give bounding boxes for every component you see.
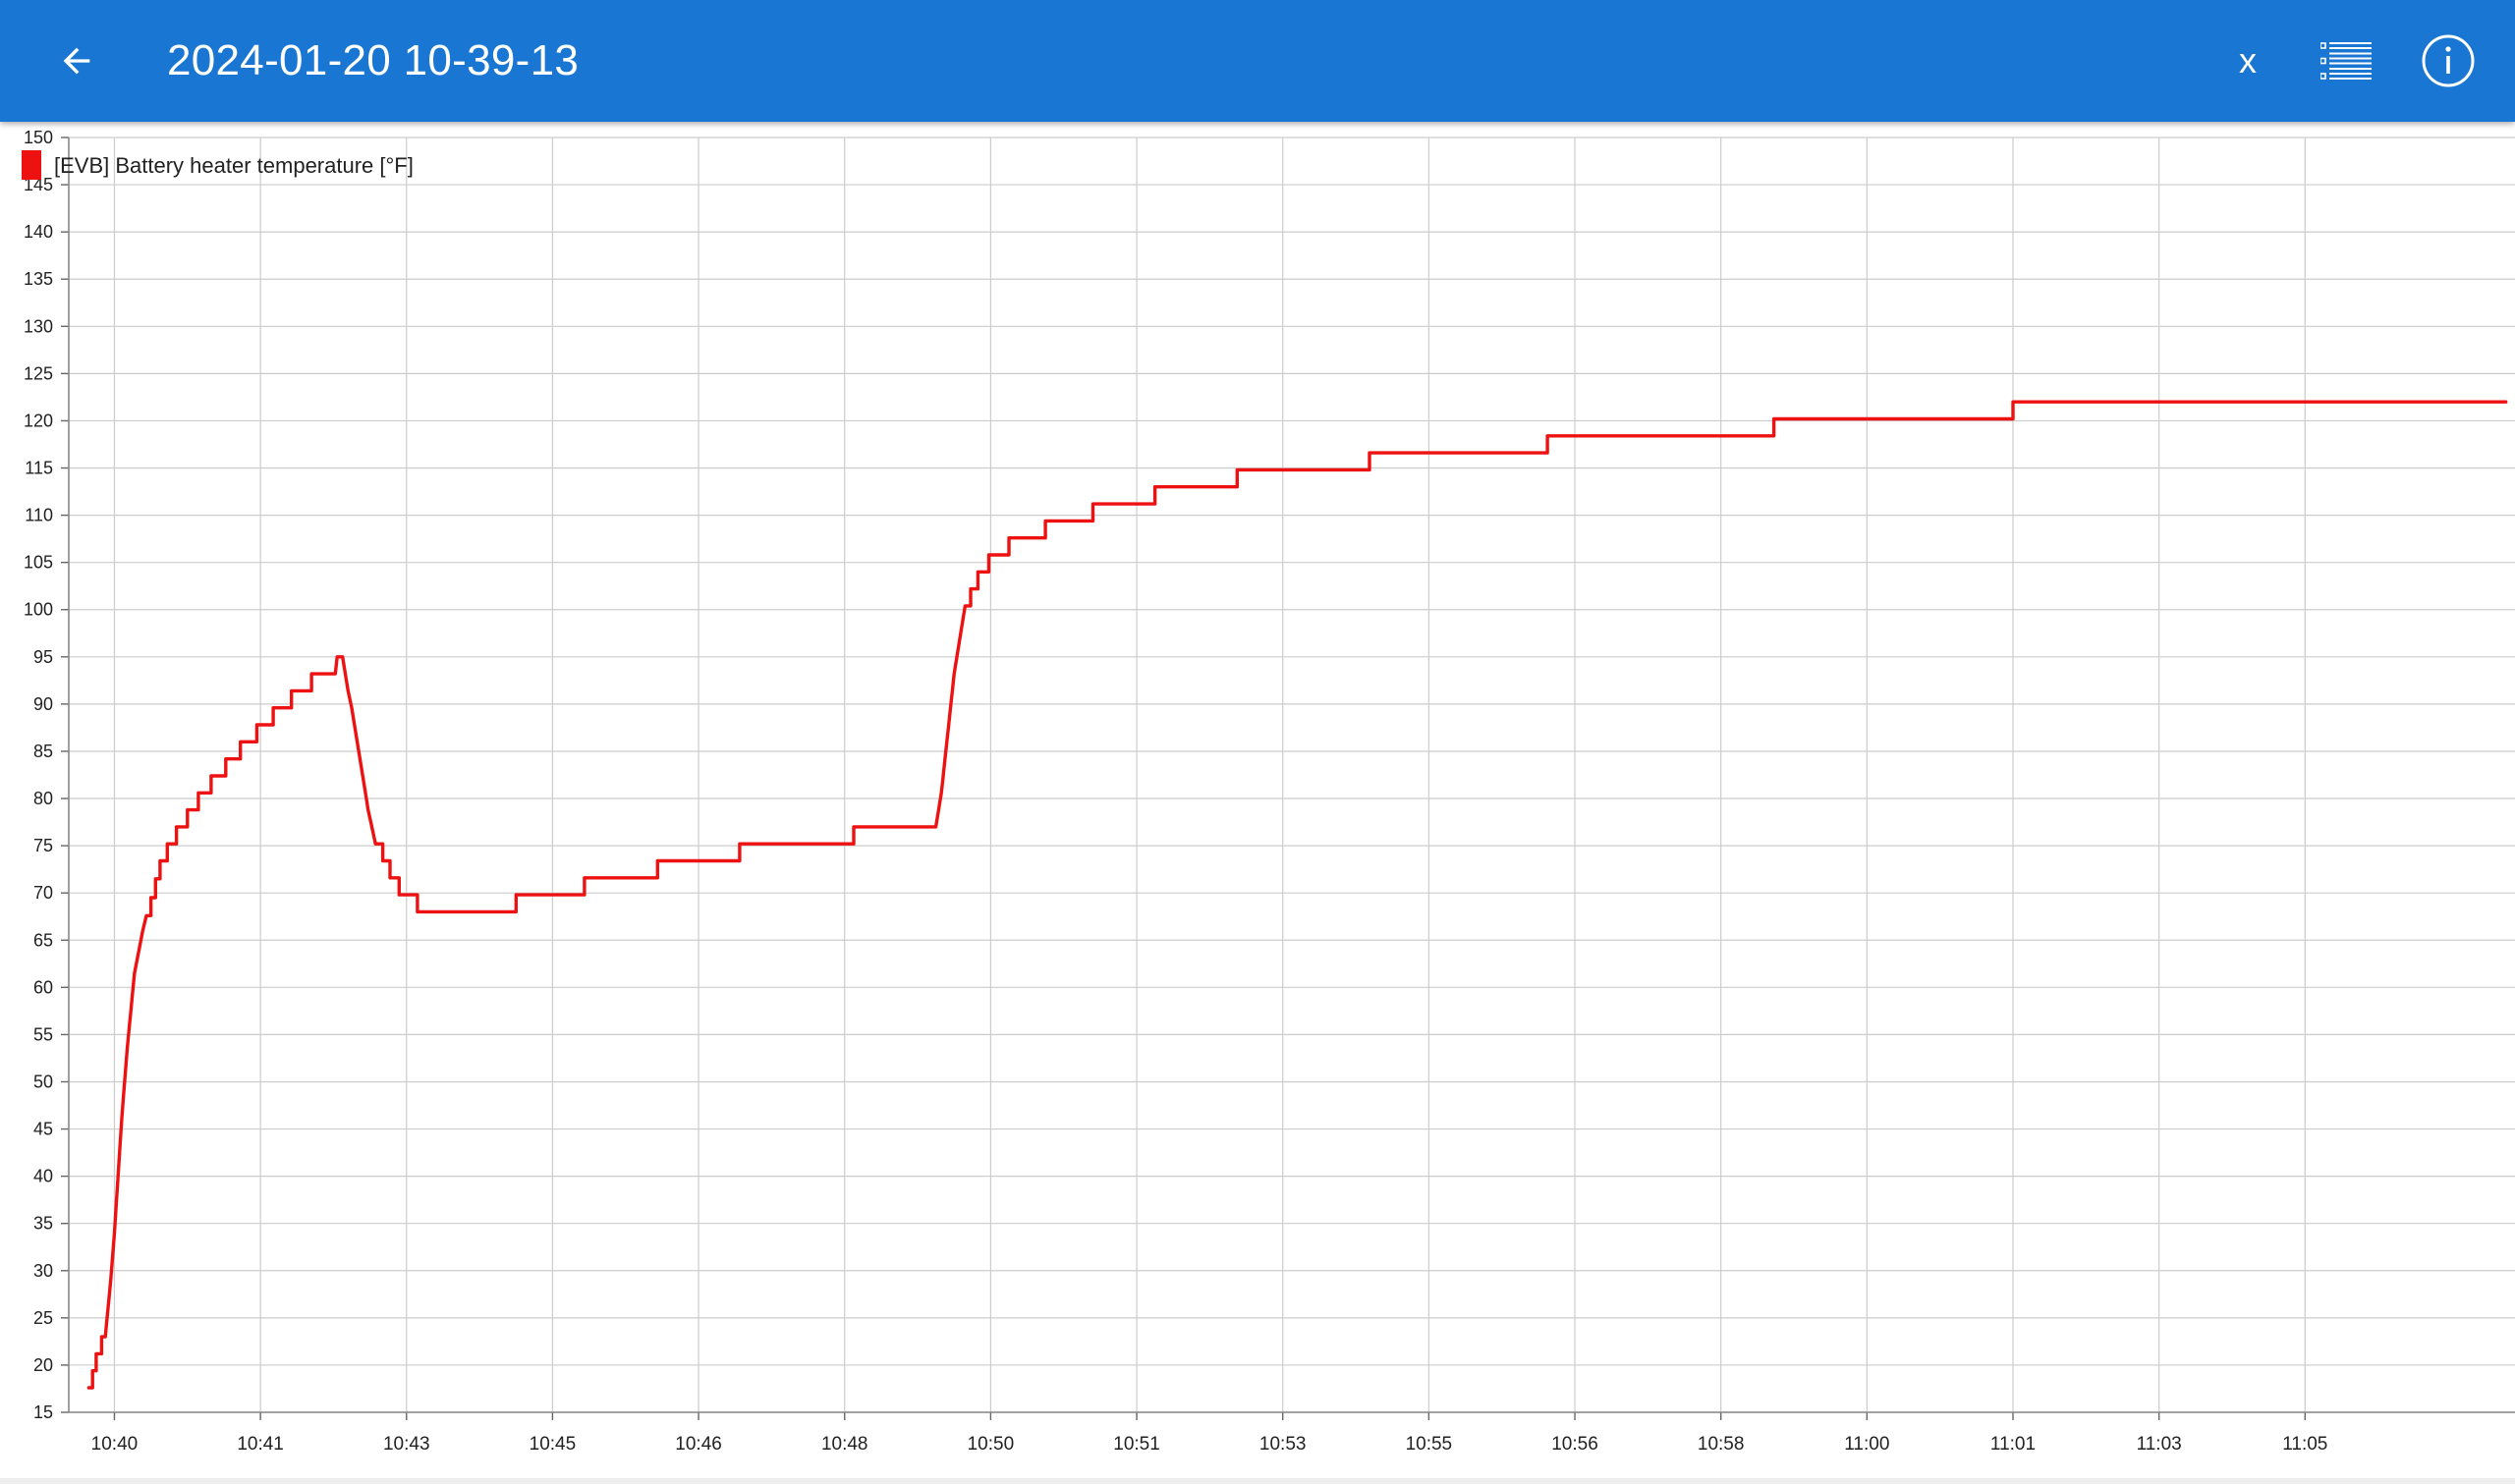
- x-tick-labels: 10:40 10:41 10:43 10:45 10:46 10:48 10:50 10:51…: [91, 1434, 2328, 1455]
- x-tick-label: 10:53: [1259, 1434, 1307, 1455]
- x-tick-label: 10:41: [237, 1434, 284, 1455]
- y-tick-label: 85: [33, 742, 53, 761]
- y-tick-label: 45: [33, 1120, 53, 1139]
- y-tick-label: 150: [24, 128, 53, 147]
- axes: [68, 137, 2515, 1413]
- legend[interactable]: [EVB] Battery heater temperature [°F]: [22, 150, 414, 180]
- y-tick-label: 120: [24, 411, 53, 430]
- y-tick-label: 50: [33, 1072, 53, 1091]
- x-tick-label: 10:51: [1113, 1434, 1160, 1455]
- info-button[interactable]: [2409, 22, 2487, 100]
- page-title: 2024-01-20 10-39-13: [167, 36, 580, 84]
- x-tick-label: 10:48: [821, 1434, 868, 1455]
- x-tick-label: 11:03: [2137, 1434, 2182, 1455]
- y-tick-label: 95: [33, 647, 53, 667]
- arrow-back-icon: [63, 47, 90, 75]
- x-tick-label: 10:46: [675, 1434, 722, 1455]
- y-tick-labels: 15 20 25 30 35 40 45 50 55 60 65 70 75 80 85 90 95 100 105…: [24, 128, 53, 1422]
- series-group: [86, 400, 2508, 1390]
- x-grid: [113, 137, 2307, 1420]
- y-tick-label: 90: [33, 694, 53, 714]
- y-tick-label: 35: [33, 1214, 53, 1234]
- y-tick-label: 80: [33, 789, 53, 808]
- x-tick-label: 10:55: [1406, 1434, 1453, 1455]
- y-tick-label: 110: [25, 506, 53, 525]
- x-tick-label: 10:58: [1698, 1434, 1745, 1455]
- legend-swatch: [22, 150, 41, 180]
- x-tick-label: 10:40: [91, 1434, 139, 1455]
- y-tick-label: 65: [33, 930, 53, 950]
- x-tick-label: 11:05: [2282, 1434, 2327, 1455]
- legend-label: [EVB] Battery heater temperature [°F]: [54, 153, 414, 178]
- y-tick-label: 55: [33, 1024, 53, 1044]
- list-icon: [2320, 42, 2372, 80]
- y-tick-label: 100: [24, 600, 53, 620]
- y-tick-label: 125: [24, 363, 53, 383]
- y-tick-label: 75: [33, 836, 53, 855]
- x-axis-button[interactable]: x: [2208, 22, 2287, 100]
- y-tick-label: 20: [33, 1355, 53, 1375]
- y-tick-label: 70: [33, 883, 53, 903]
- y-tick-label: 115: [25, 459, 53, 478]
- chart-svg[interactable]: 15 20 25 30 35 40 45 50 55 60 65 70 75 80 85 90 95 100 105…: [0, 122, 2515, 1478]
- y-tick-label: 60: [33, 977, 53, 997]
- y-grid: [61, 137, 2515, 1413]
- y-tick-label: 15: [33, 1402, 53, 1422]
- list-button[interactable]: [2307, 22, 2385, 100]
- back-button[interactable]: [43, 27, 110, 94]
- x-tick-label: 10:50: [968, 1434, 1015, 1455]
- y-tick-label: 40: [33, 1167, 53, 1186]
- app-bar: 2024-01-20 10-39-13 x: [0, 0, 2515, 122]
- y-tick-label: 135: [24, 269, 53, 289]
- y-tick-label: 30: [33, 1261, 53, 1281]
- y-tick-label: 105: [24, 553, 53, 573]
- x-tick-label: 10:56: [1551, 1434, 1598, 1455]
- y-tick-label: 130: [24, 316, 53, 336]
- x-tick-label: 11:00: [1844, 1434, 1889, 1455]
- info-icon: [2422, 34, 2475, 87]
- y-tick-label: 25: [33, 1308, 53, 1328]
- x-tick-label: 10:43: [383, 1434, 430, 1455]
- series-line: [86, 400, 2508, 1390]
- x-tick-label: 10:45: [530, 1434, 577, 1455]
- chart-area[interactable]: 15 20 25 30 35 40 45 50 55 60 65 70 75 80 85 90 95 100 105…: [0, 122, 2515, 1478]
- y-tick-label: 140: [24, 222, 53, 242]
- x-tick-label: 11:01: [1990, 1434, 2036, 1455]
- bottom-strip: [0, 1478, 2515, 1484]
